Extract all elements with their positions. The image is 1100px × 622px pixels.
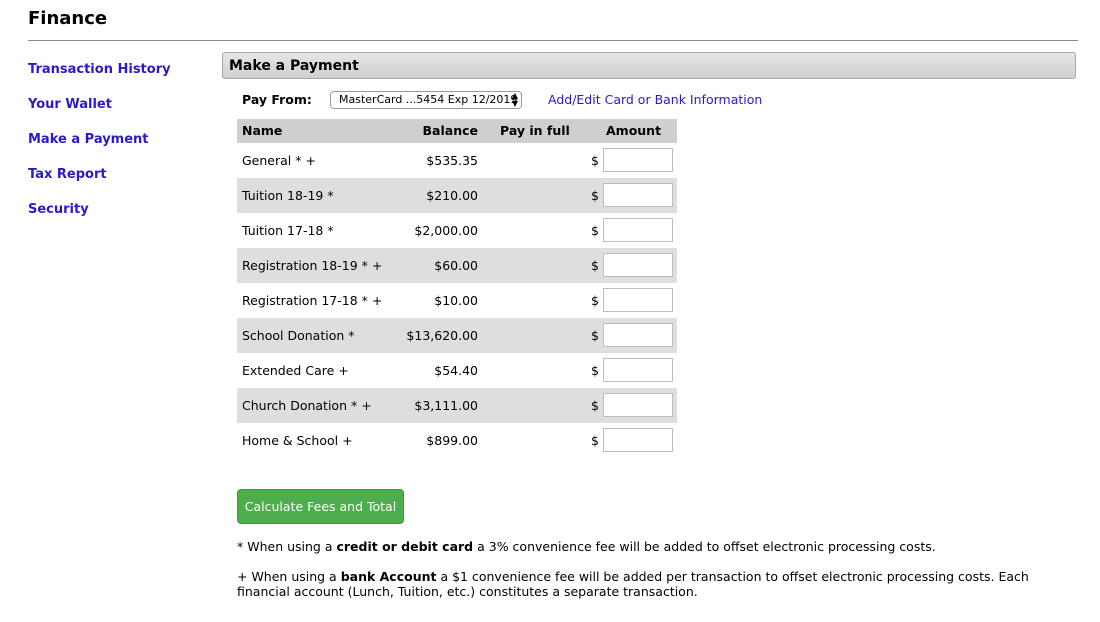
pay-from-selected-value: MasterCard ...5454 Exp 12/2019 (339, 93, 518, 106)
account-balance: $60.00 (434, 258, 478, 273)
sidebar-item-tax-report[interactable]: Tax Report (28, 165, 208, 200)
title-divider (28, 40, 1078, 41)
currency-symbol: $ (591, 153, 599, 168)
currency-symbol: $ (591, 398, 599, 413)
table-row: Home & School + $899.00 $ (237, 423, 677, 458)
account-balance: $210.00 (426, 188, 478, 203)
table-row: Tuition 17-18 * $2,000.00 $ (237, 213, 677, 248)
pay-from-label: Pay From: (242, 92, 312, 107)
account-name: Church Donation * + (242, 398, 372, 413)
account-name: Registration 18-19 * + (242, 258, 383, 273)
amount-input[interactable] (603, 428, 673, 452)
currency-symbol: $ (591, 293, 599, 308)
balances-table: Name Balance Pay in full Amount General … (237, 119, 677, 458)
amount-input[interactable] (603, 218, 673, 242)
amount-input[interactable] (603, 358, 673, 382)
currency-symbol: $ (591, 223, 599, 238)
account-name: Registration 17-18 * + (242, 293, 383, 308)
up-down-chevron-icon: ▲ ▼ (511, 91, 518, 108)
account-balance: $54.40 (434, 363, 478, 378)
currency-symbol: $ (591, 258, 599, 273)
amount-input[interactable] (603, 148, 673, 172)
account-balance: $10.00 (434, 293, 478, 308)
table-row: General * + $535.35 $ (237, 143, 677, 178)
account-name: Tuition 17-18 * (242, 223, 334, 238)
amount-input[interactable] (603, 183, 673, 207)
currency-symbol: $ (591, 433, 599, 448)
add-edit-card-link[interactable]: Add/Edit Card or Bank Information (548, 92, 762, 108)
panel-header: Make a Payment (222, 52, 1076, 79)
column-header-amount: Amount (606, 123, 662, 138)
sidebar-item-make-a-payment[interactable]: Make a Payment (28, 130, 208, 165)
pay-from-select[interactable]: MasterCard ...5454 Exp 12/2019 ▲ ▼ (330, 91, 522, 109)
amount-input[interactable] (603, 288, 673, 312)
currency-symbol: $ (591, 363, 599, 378)
account-balance: $535.35 (426, 153, 478, 168)
amount-input[interactable] (603, 253, 673, 277)
currency-symbol: $ (591, 328, 599, 343)
page-title: Finance (28, 8, 108, 29)
sidebar-item-security[interactable]: Security (28, 200, 208, 235)
amount-input[interactable] (603, 323, 673, 347)
bank-fee-note: + When using a bank Account a $1 conveni… (237, 569, 1029, 599)
amount-input[interactable] (603, 393, 673, 417)
table-row: Church Donation * + $3,111.00 $ (237, 388, 677, 423)
account-balance: $3,111.00 (414, 398, 478, 413)
table-row: Registration 18-19 * + $60.00 $ (237, 248, 677, 283)
card-fee-note: * When using a credit or debit card a 3%… (237, 539, 936, 554)
account-name: Extended Care + (242, 363, 349, 378)
account-balance: $899.00 (426, 433, 478, 448)
sidebar-nav: Transaction History Your Wallet Make a P… (28, 60, 208, 235)
account-name: Home & School + (242, 433, 353, 448)
column-header-name: Name (242, 123, 283, 138)
sidebar-item-your-wallet[interactable]: Your Wallet (28, 95, 208, 130)
table-row: Registration 17-18 * + $10.00 $ (237, 283, 677, 318)
column-header-balance: Balance (422, 123, 478, 138)
account-balance: $13,620.00 (406, 328, 478, 343)
account-name: Tuition 18-19 * (242, 188, 334, 203)
sidebar-item-transaction-history[interactable]: Transaction History (28, 60, 208, 95)
account-name: School Donation * (242, 328, 355, 343)
table-header-row: Name Balance Pay in full Amount (237, 119, 677, 143)
table-row: School Donation * $13,620.00 $ (237, 318, 677, 353)
account-name: General * + (242, 153, 316, 168)
column-header-pay-in-full: Pay in full (500, 123, 570, 138)
currency-symbol: $ (591, 188, 599, 203)
table-row: Tuition 18-19 * $210.00 $ (237, 178, 677, 213)
account-balance: $2,000.00 (414, 223, 478, 238)
calculate-fees-button[interactable]: Calculate Fees and Total (237, 489, 404, 524)
table-row: Extended Care + $54.40 $ (237, 353, 677, 388)
